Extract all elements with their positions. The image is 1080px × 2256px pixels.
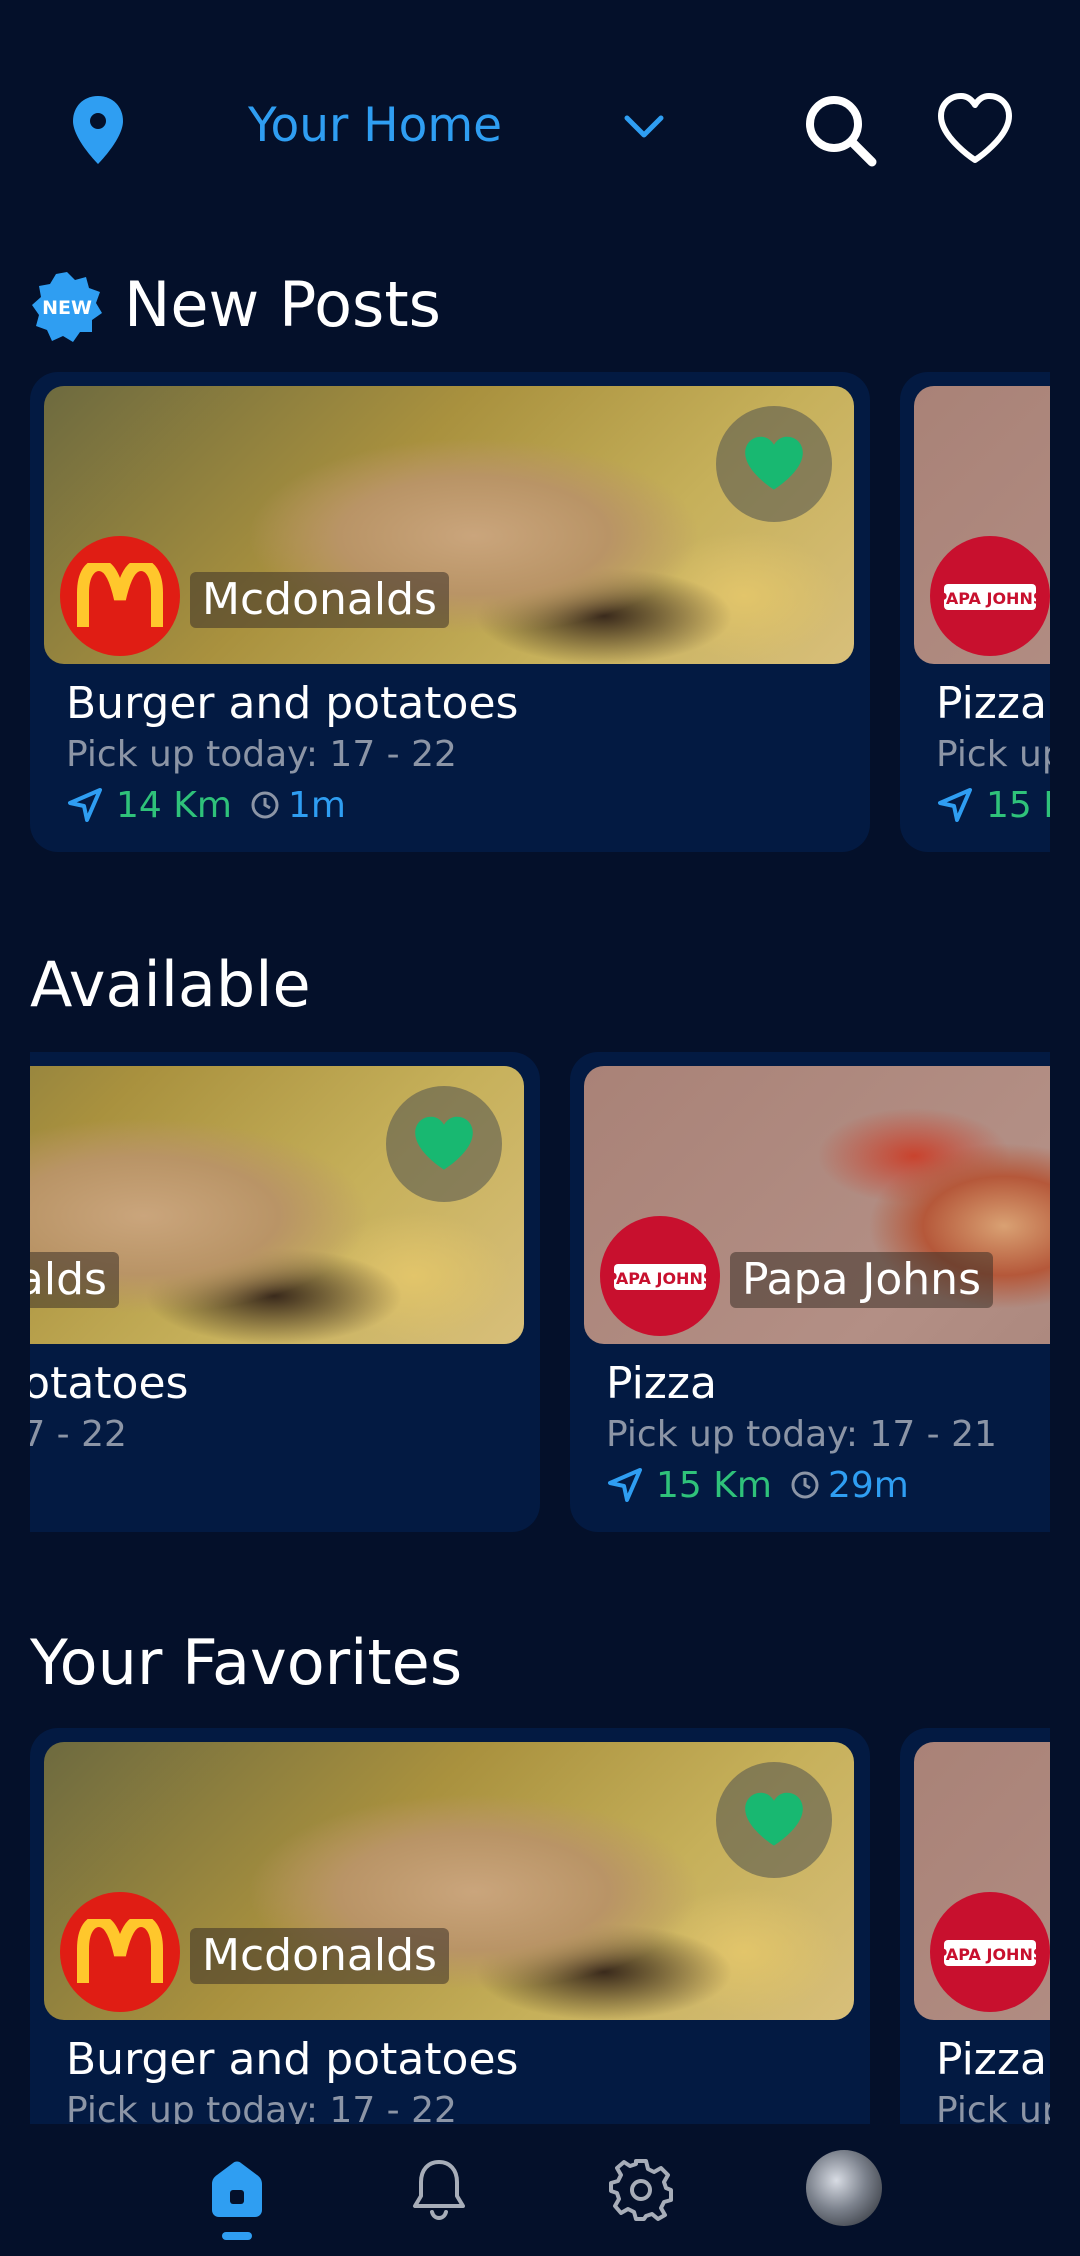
card-meta: 15 Km 29m: [606, 1462, 909, 1508]
top-bar: Your Home: [0, 0, 1080, 260]
brand-name: Mcdonalds: [30, 1252, 119, 1308]
post-card[interactable]: PAPA JOHNS Papa Johns Pizza Pick up toda…: [570, 1052, 1050, 1532]
gear-icon: [609, 2159, 673, 2221]
papa-johns-logo: PAPA JOHNS: [600, 1216, 720, 1336]
heart-icon[interactable]: [935, 90, 1015, 170]
nav-active-indicator: [222, 2232, 252, 2240]
available-row[interactable]: Mcdonalds Burger and potatoes Pick up to…: [30, 1052, 1050, 1532]
svg-text:PAPA JOHNS: PAPA JOHNS: [610, 1269, 710, 1288]
bottom-nav: [0, 2124, 1080, 2256]
location-pin-icon[interactable]: [70, 94, 126, 166]
nav-settings[interactable]: [606, 2154, 676, 2224]
navigation-arrow-icon: [938, 788, 972, 822]
search-icon[interactable]: [800, 90, 880, 170]
pickup-time: Pick up today: 17 - 21: [936, 2090, 1050, 2124]
post-card[interactable]: PAPA JOHNS Pizza Pick up today: 17 - 21: [900, 1728, 1050, 2124]
mcdonalds-logo: [60, 1892, 180, 2012]
food-photo: Mcdonalds: [44, 386, 854, 664]
card-title: Pizza: [936, 678, 1047, 729]
clock-icon: [791, 1471, 819, 1499]
brand-name: Mcdonalds: [190, 1928, 449, 1984]
home-icon: [212, 2161, 262, 2217]
pickup-time: Pick up today: 17 - 21: [606, 1414, 997, 1455]
post-card[interactable]: Mcdonalds Burger and potatoes Pick up to…: [30, 1728, 870, 2124]
distance: 15 Km: [986, 784, 1050, 826]
nav-notifications[interactable]: [404, 2154, 474, 2224]
mcdonalds-logo: [60, 536, 180, 656]
section-title-available: Available: [30, 948, 311, 1021]
clock-icon: [251, 791, 279, 819]
favorites-row[interactable]: Mcdonalds Burger and potatoes Pick up to…: [30, 1728, 1050, 2124]
food-photo: Mcdonalds: [44, 1742, 854, 2020]
card-meta: 14 Km 1m: [66, 782, 346, 828]
food-photo: PAPA JOHNS: [914, 386, 1050, 664]
post-card[interactable]: Mcdonalds Burger and potatoes Pick up to…: [30, 1052, 540, 1532]
favorite-button[interactable]: [716, 1762, 832, 1878]
bell-icon: [413, 2160, 465, 2221]
navigation-arrow-icon: [68, 788, 102, 822]
pickup-time: Pick up today: 17 - 22: [66, 2090, 457, 2124]
chevron-down-icon[interactable]: [622, 112, 666, 142]
food-photo: PAPA JOHNS Papa Johns: [584, 1066, 1050, 1344]
post-card[interactable]: PAPA JOHNS Pizza Pick up today: 17 - 21 …: [900, 372, 1050, 852]
distance: 14 Km: [116, 784, 232, 826]
brand-name: Papa Johns: [730, 1252, 993, 1308]
food-photo: PAPA JOHNS: [914, 1742, 1050, 2020]
new-badge-text: NEW: [42, 297, 92, 319]
card-title: Pizza: [936, 2034, 1047, 2085]
location-label[interactable]: Your Home: [248, 98, 502, 153]
favorite-button[interactable]: [716, 406, 832, 522]
distance: 15 Km: [656, 1464, 772, 1506]
favorite-button[interactable]: [386, 1086, 502, 1202]
post-card[interactable]: Mcdonalds Burger and potatoes Pick up to…: [30, 372, 870, 852]
papa-johns-logo: PAPA JOHNS: [930, 1892, 1050, 2012]
heart-filled-icon: [415, 1116, 473, 1170]
heart-filled-icon: [745, 436, 803, 490]
pickup-time: Pick up today: 17 - 21: [936, 734, 1050, 775]
posted-time: 29m: [827, 1464, 909, 1506]
food-photo: Mcdonalds: [30, 1066, 524, 1344]
pickup-time: Pick up today: 17 - 22: [30, 1414, 127, 1455]
brand-name: Mcdonalds: [190, 572, 449, 628]
avatar[interactable]: [806, 2150, 882, 2226]
new-posts-row[interactable]: Mcdonalds Burger and potatoes Pick up to…: [30, 372, 1050, 852]
papa-johns-logo: PAPA JOHNS: [930, 536, 1050, 656]
heart-filled-icon: [745, 1792, 803, 1846]
card-title: Pizza: [606, 1358, 717, 1409]
nav-home[interactable]: [202, 2154, 272, 2224]
card-meta: 15 Km: [936, 782, 1050, 828]
svg-text:PAPA JOHNS: PAPA JOHNS: [940, 1945, 1040, 1964]
pickup-time: Pick up today: 17 - 22: [66, 734, 457, 775]
navigation-arrow-icon: [608, 1468, 642, 1502]
card-title: Burger and potatoes: [30, 1358, 189, 1409]
card-title: Burger and potatoes: [66, 2034, 519, 2085]
posted-time: 1m: [287, 784, 346, 826]
new-badge-icon: NEW: [32, 272, 102, 342]
section-title-new-posts: New Posts: [124, 268, 441, 341]
card-title: Burger and potatoes: [66, 678, 519, 729]
svg-text:PAPA JOHNS: PAPA JOHNS: [940, 589, 1040, 608]
section-title-favorites: Your Favorites: [30, 1626, 463, 1699]
